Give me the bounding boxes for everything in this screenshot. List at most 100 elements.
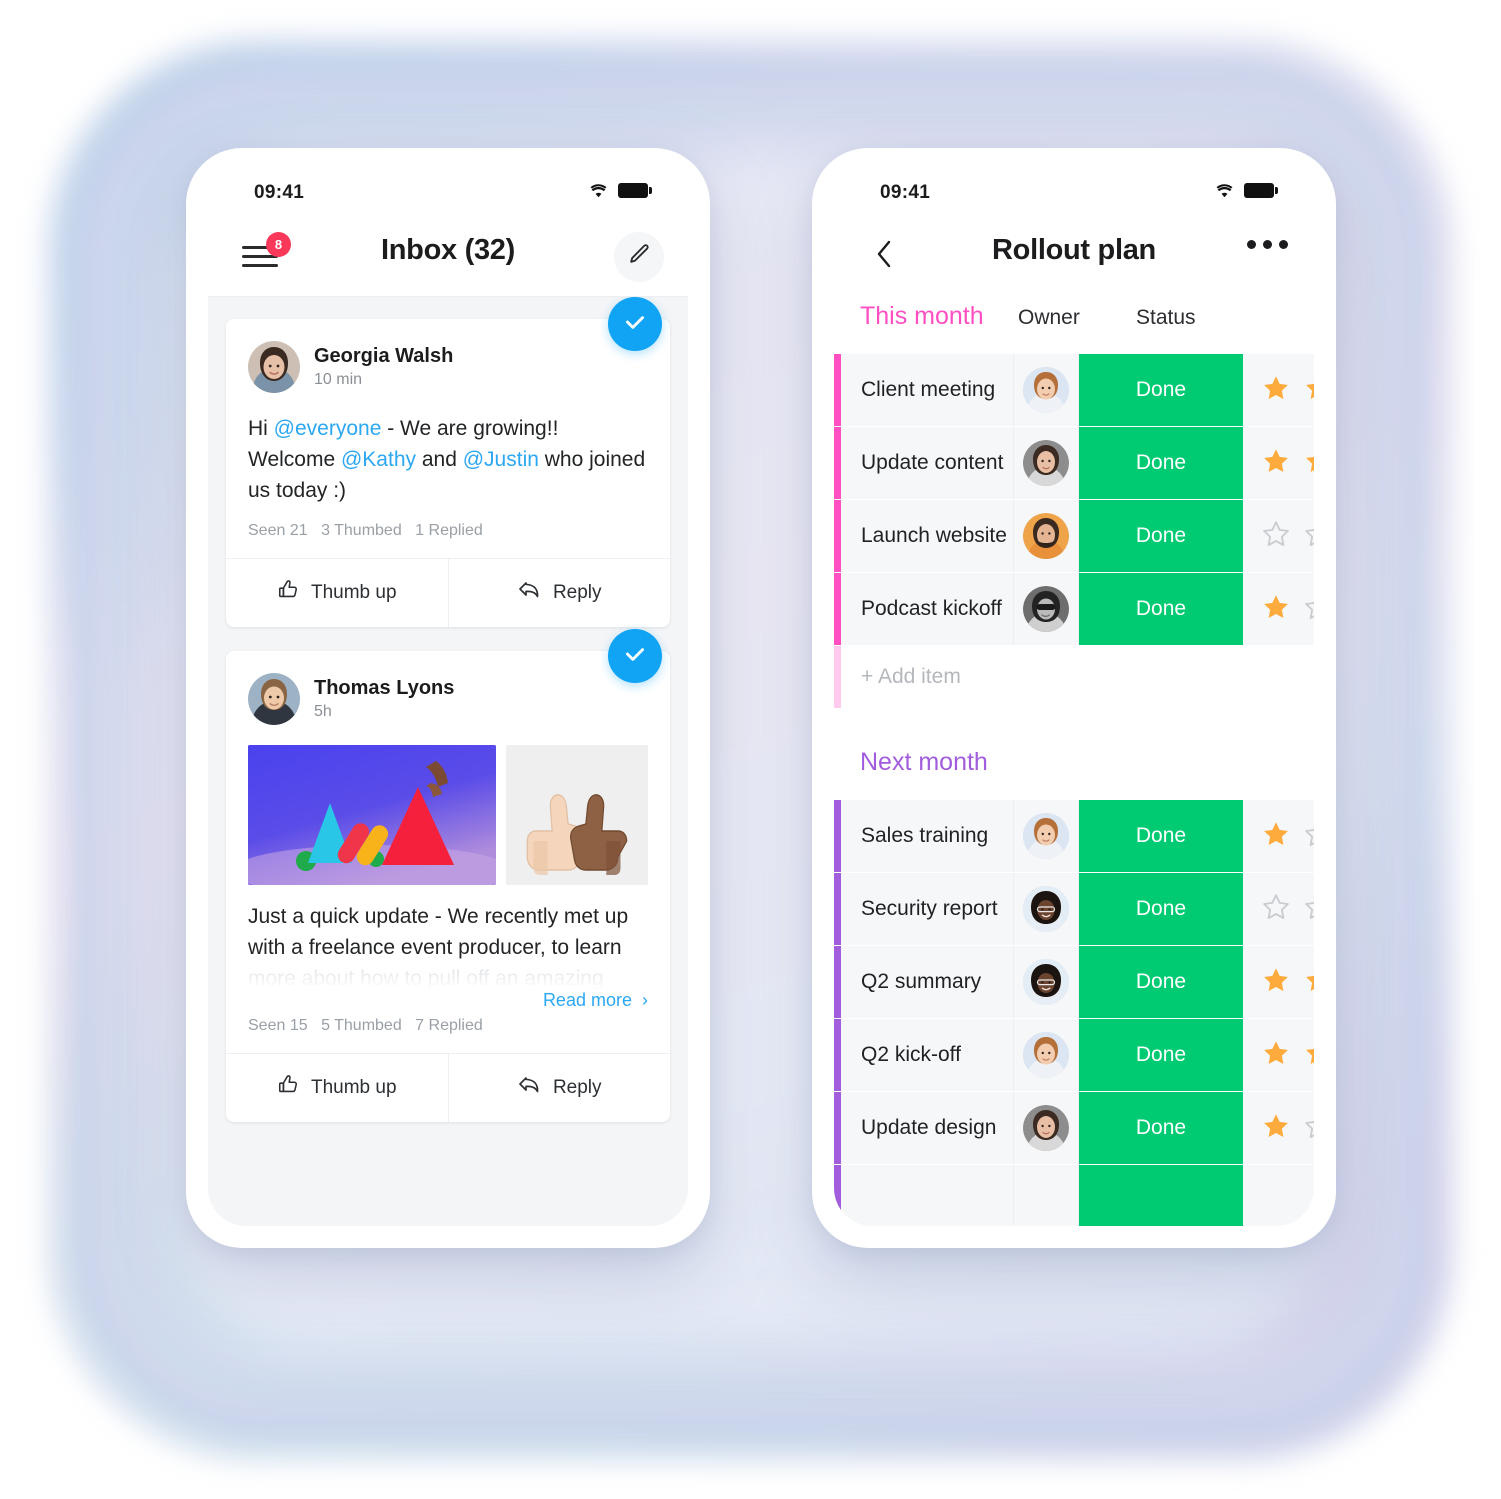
- thumb-up-button[interactable]: Thumb up: [226, 559, 448, 627]
- rating-stars[interactable]: [1243, 500, 1314, 572]
- row-owner[interactable]: [1014, 427, 1079, 499]
- rating-stars[interactable]: [1243, 946, 1314, 1018]
- star-filled-icon[interactable]: [1261, 373, 1291, 408]
- star-filled-icon[interactable]: [1303, 446, 1314, 481]
- table-row[interactable]: Q2 kick-off Done: [834, 1019, 1314, 1092]
- row-owner[interactable]: [1014, 1092, 1079, 1164]
- row-group-accent: [834, 354, 841, 426]
- table-row[interactable]: Q2 summary Done: [834, 946, 1314, 1019]
- compose-button[interactable]: [614, 232, 664, 282]
- status-badge[interactable]: Done: [1079, 800, 1243, 872]
- table-row[interactable]: Client meeting Done: [834, 354, 1314, 427]
- star-empty-icon[interactable]: [1261, 519, 1291, 554]
- group-title-this-month[interactable]: This month: [860, 302, 984, 331]
- star-filled-icon[interactable]: [1261, 965, 1291, 1000]
- star-filled-icon[interactable]: [1303, 373, 1314, 408]
- status-badge[interactable]: Done: [1079, 573, 1243, 645]
- star-filled-icon[interactable]: [1303, 1038, 1314, 1073]
- rating-stars[interactable]: [1243, 427, 1314, 499]
- rating-stars[interactable]: [1243, 873, 1314, 945]
- star-empty-icon[interactable]: [1303, 819, 1314, 854]
- table-row[interactable]: Update design Done: [834, 1092, 1314, 1165]
- status-bar-time: 09:41: [880, 182, 931, 203]
- group-title-next-month[interactable]: Next month: [860, 748, 988, 777]
- table-row[interactable]: Podcast kickoff Done: [834, 573, 1314, 646]
- star-empty-icon[interactable]: [1261, 892, 1291, 927]
- board-table[interactable]: This month Owner Status Client meeting D…: [834, 296, 1314, 1226]
- avatar: [1023, 367, 1069, 413]
- row-owner[interactable]: [1014, 500, 1079, 572]
- row-owner[interactable]: [1014, 800, 1079, 872]
- board-app-bar: Rollout plan: [834, 218, 1314, 296]
- row-name[interactable]: Q2 kick-off: [841, 1019, 1014, 1091]
- star-filled-icon[interactable]: [1261, 446, 1291, 481]
- table-row-partial[interactable]: [834, 1165, 1314, 1226]
- status-badge[interactable]: [1079, 1165, 1243, 1226]
- status-badge[interactable]: Done: [1079, 1092, 1243, 1164]
- row-owner[interactable]: [1014, 1165, 1079, 1226]
- row-name[interactable]: Security report: [841, 873, 1014, 945]
- more-options-button[interactable]: [1247, 240, 1288, 249]
- table-row[interactable]: Security report Done: [834, 873, 1314, 946]
- post-author: Thomas Lyons: [314, 676, 455, 699]
- star-filled-icon[interactable]: [1261, 819, 1291, 854]
- thumb-up-button[interactable]: Thumb up: [226, 1054, 448, 1122]
- replied-count: 1 Replied: [415, 522, 483, 540]
- star-empty-icon[interactable]: [1303, 1111, 1314, 1146]
- star-filled-icon[interactable]: [1261, 1111, 1291, 1146]
- reply-button[interactable]: Reply: [447, 1054, 671, 1123]
- phone-mockup-inbox: 09:41 8 Inbox (32) Georgia Walsh 10 min …: [186, 148, 710, 1248]
- row-name[interactable]: Podcast kickoff: [841, 573, 1014, 645]
- row-owner[interactable]: [1014, 946, 1079, 1018]
- thumbed-count: 3 Thumbed: [321, 522, 402, 540]
- rating-stars[interactable]: [1243, 800, 1314, 872]
- add-item-label[interactable]: + Add item: [841, 646, 961, 708]
- star-empty-icon[interactable]: [1303, 892, 1314, 927]
- row-name[interactable]: Launch website: [841, 500, 1014, 572]
- row-name[interactable]: Update content: [841, 427, 1014, 499]
- inbox-feed[interactable]: Georgia Walsh 10 min Hi @everyone - We a…: [208, 297, 688, 1226]
- rating-stars[interactable]: [1243, 354, 1314, 426]
- avatar: [1023, 1105, 1069, 1151]
- post-media: [226, 729, 670, 886]
- row-owner[interactable]: [1014, 354, 1079, 426]
- row-name[interactable]: Client meeting: [841, 354, 1014, 426]
- table-row[interactable]: Update content Done: [834, 427, 1314, 500]
- row-group-accent: [834, 873, 841, 945]
- add-item-row[interactable]: + Add item: [834, 646, 1314, 708]
- status-badge[interactable]: Done: [1079, 946, 1243, 1018]
- reply-icon: [517, 1074, 541, 1102]
- table-row[interactable]: Sales training Done: [834, 800, 1314, 873]
- row-owner[interactable]: [1014, 573, 1079, 645]
- mention-link[interactable]: @everyone: [274, 417, 382, 440]
- status-badge[interactable]: Done: [1079, 873, 1243, 945]
- star-empty-icon[interactable]: [1303, 519, 1314, 554]
- star-filled-icon[interactable]: [1261, 1038, 1291, 1073]
- star-filled-icon[interactable]: [1261, 592, 1291, 627]
- check-icon: [622, 641, 648, 672]
- row-name[interactable]: Q2 summary: [841, 946, 1014, 1018]
- star-empty-icon[interactable]: [1303, 592, 1314, 627]
- rating-stars[interactable]: [1243, 573, 1314, 645]
- rating-stars[interactable]: [1243, 1092, 1314, 1164]
- star-filled-icon[interactable]: [1303, 965, 1314, 1000]
- mark-read-button[interactable]: [608, 297, 662, 351]
- rating-stars[interactable]: [1243, 1165, 1314, 1226]
- reply-button[interactable]: Reply: [447, 559, 671, 628]
- row-owner[interactable]: [1014, 1019, 1079, 1091]
- rating-stars[interactable]: [1243, 1019, 1314, 1091]
- table-row[interactable]: Launch website Done: [834, 500, 1314, 573]
- row-name[interactable]: Update design: [841, 1092, 1014, 1164]
- mark-read-button[interactable]: [608, 629, 662, 684]
- inbox-screen: 09:41 8 Inbox (32) Georgia Walsh 10 min …: [208, 170, 688, 1226]
- avatar: [248, 673, 300, 726]
- mention-link[interactable]: @Kathy: [341, 448, 416, 471]
- row-name[interactable]: [841, 1165, 1014, 1226]
- status-badge[interactable]: Done: [1079, 354, 1243, 426]
- status-badge[interactable]: Done: [1079, 427, 1243, 499]
- row-owner[interactable]: [1014, 873, 1079, 945]
- row-name[interactable]: Sales training: [841, 800, 1014, 872]
- status-badge[interactable]: Done: [1079, 1019, 1243, 1091]
- mention-link[interactable]: @Justin: [463, 448, 539, 471]
- status-badge[interactable]: Done: [1079, 500, 1243, 572]
